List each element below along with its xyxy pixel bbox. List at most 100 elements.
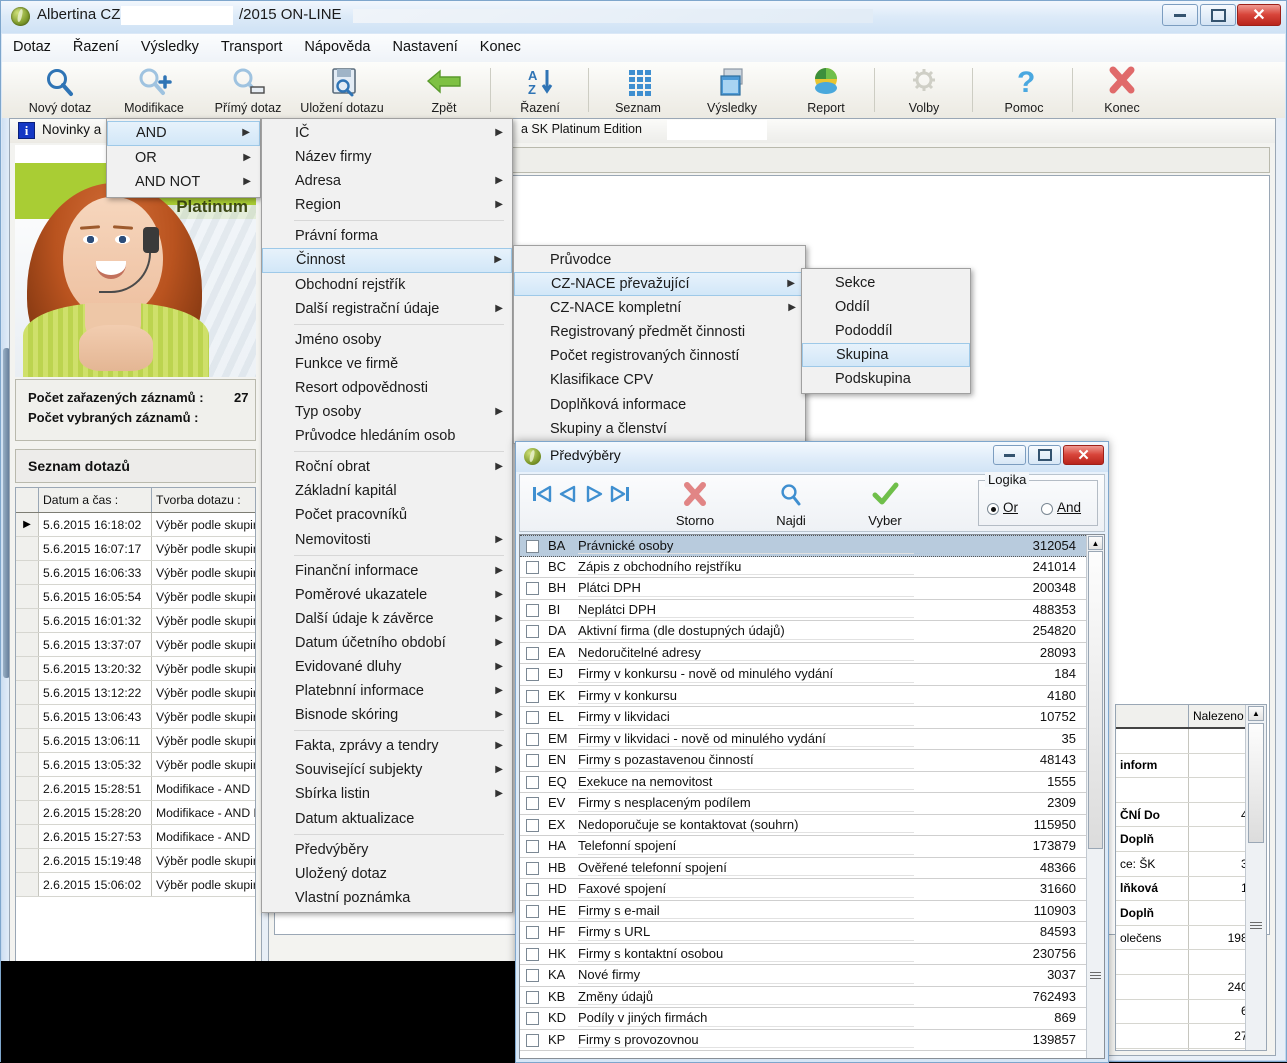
list-item[interactable]: EJ Firmy v konkursu - nově od minulého vy… xyxy=(520,664,1104,686)
dialog-maximize-button[interactable] xyxy=(1028,445,1061,465)
table-row[interactable]: 5.6.2015 13:06:43 Výběr podle skupir xyxy=(16,704,255,729)
table-row[interactable]: 5.6.2015 13:06:11 Výběr podle skupir xyxy=(16,728,255,753)
list-item[interactable]: HK Firmy s kontaktní osobou 230756 xyxy=(520,944,1104,965)
toolbar-button-report[interactable]: Report xyxy=(780,64,872,116)
table-row[interactable]: Doplň6 xyxy=(1116,826,1266,852)
table-row[interactable]: 2.6.2015 15:28:20 Modifikace - AND N xyxy=(16,800,255,825)
list-item-checkbox[interactable] xyxy=(526,861,539,875)
list-item[interactable]: KP Firmy s provozovnou 139857 xyxy=(520,1030,1104,1051)
list-item[interactable]: EL Firmy v likvidaci 10752 xyxy=(520,707,1104,729)
list-item[interactable]: EK Firmy v konkursu 4180 xyxy=(520,686,1104,707)
cinnost-menu-item-3[interactable]: Registrovaný předmět činnosti xyxy=(514,320,805,344)
toolbar-button-razeni[interactable]: AZ Řazení xyxy=(494,64,586,116)
list-item-checkbox[interactable] xyxy=(526,560,539,574)
list-item-checkbox[interactable] xyxy=(526,711,539,724)
close-button[interactable]: ✕ xyxy=(1237,4,1281,26)
fields-menu-item-14[interactable]: Základní kapitál xyxy=(262,479,512,503)
fields-menu-item-16[interactable]: Nemovitosti ▶ xyxy=(262,528,512,552)
list-item-checkbox[interactable] xyxy=(526,668,539,681)
nace-menu-item-0[interactable]: Sekce xyxy=(802,271,970,295)
toolbar-button-modifikace[interactable]: Modifikace xyxy=(108,64,200,116)
list-item[interactable]: EM Firmy v likvidaci - nově od minulého v… xyxy=(520,729,1104,750)
cinnost-menu-item-0[interactable]: Průvodce xyxy=(514,248,805,272)
nace-menu-item-1[interactable]: Oddíl xyxy=(802,295,970,319)
fields-menu-item-6[interactable]: Obchodní rejstřík xyxy=(262,273,512,297)
toolbar-button-seznam[interactable]: Seznam xyxy=(592,64,684,116)
logic-menu-item-1[interactable]: OR ▶ xyxy=(107,146,260,171)
list-item-checkbox[interactable] xyxy=(526,990,539,1004)
table-row[interactable]: 5.6.2015 13:37:07 Výběr podle skupir xyxy=(16,632,255,657)
fields-menu-item-18[interactable]: Poměrové ukazatele ▶ xyxy=(262,583,512,607)
fields-menu-item-0[interactable]: IČ ▶ xyxy=(262,121,512,145)
list-item[interactable]: KA Nové firmy 3037 xyxy=(520,965,1104,987)
toolbar-button-pomoc[interactable]: ? Pomoc xyxy=(978,64,1070,116)
list-item-checkbox[interactable] xyxy=(526,732,539,746)
table-row[interactable]: 2.6.2015 15:06:02 Výběr podle skupir xyxy=(16,872,255,897)
list-item[interactable]: HD Faxové spojení 31660 xyxy=(520,879,1104,901)
table-row[interactable]: 1 xyxy=(1116,728,1266,754)
table-row[interactable]: inform0 xyxy=(1116,753,1266,779)
fields-menu-item-15[interactable]: Počet pracovníků xyxy=(262,503,512,527)
table-row[interactable]: Doplň6 xyxy=(1116,900,1266,926)
list-item[interactable]: EN Firmy s pozastavenou činností 48143 xyxy=(520,750,1104,772)
cinnost-menu-item-2[interactable]: CZ-NACE kompletní ▶ xyxy=(514,296,805,320)
fields-menu-item-21[interactable]: Evidované dluhy ▶ xyxy=(262,655,512,679)
table-row[interactable]: 5.6.2015 13:12:22 Výběr podle skupir xyxy=(16,680,255,705)
fields-menu-item-19[interactable]: Další údaje k závěrce ▶ xyxy=(262,607,512,631)
dialog-list-scrollbar[interactable]: ▲ xyxy=(1086,535,1104,1058)
fields-menu-item-3[interactable]: Region ▶ xyxy=(262,193,512,217)
list-item-checkbox[interactable] xyxy=(526,840,539,853)
radio-and[interactable] xyxy=(1041,503,1053,515)
menubar-item-transport[interactable]: Transport xyxy=(210,34,294,59)
list-item-checkbox[interactable] xyxy=(526,883,539,896)
menubar-item-razeni[interactable]: Řazení xyxy=(62,34,130,59)
fields-menu-item-22[interactable]: Platebnní informace ▶ xyxy=(262,679,512,703)
fields-menu-item-24[interactable]: Fakta, zprávy a tendry ▶ xyxy=(262,734,512,758)
list-item[interactable]: HB Ověřené telefonní spojení 48366 xyxy=(520,858,1104,879)
list-item[interactable]: BI Neplátci DPH 488353 xyxy=(520,600,1104,621)
cinnost-menu-item-4[interactable]: Počet registrovaných činností xyxy=(514,344,805,368)
list-item-checkbox[interactable] xyxy=(526,1012,539,1025)
table-row[interactable]: 2 xyxy=(1116,777,1266,803)
fields-menu-item-11[interactable]: Typ osoby ▶ xyxy=(262,400,512,424)
fields-menu-item-17[interactable]: Finanční informace ▶ xyxy=(262,559,512,583)
fields-menu-item-8[interactable]: Jméno osoby xyxy=(262,328,512,352)
list-item-checkbox[interactable] xyxy=(526,603,539,617)
list-item[interactable]: BH Plátci DPH 200348 xyxy=(520,578,1104,600)
list-item-checkbox[interactable] xyxy=(526,818,539,832)
fields-menu-item-23[interactable]: Bisnode skóring ▶ xyxy=(262,703,512,727)
table-row[interactable]: 2.6.2015 15:28:51 Modifikace - AND xyxy=(16,776,255,801)
list-item-checkbox[interactable] xyxy=(526,1033,539,1047)
list-item[interactable]: EA Nedoručitelné adresy 28093 xyxy=(520,643,1104,664)
toolbar-button-volby[interactable]: Volby xyxy=(878,64,970,116)
toolbar-button-primy-dotaz[interactable]: Přímý dotaz xyxy=(202,64,294,116)
fields-menu-item-10[interactable]: Resort odpovědnosti xyxy=(262,376,512,400)
table-row[interactable]: 24053 xyxy=(1116,974,1266,1000)
list-item[interactable]: DA Aktivní firma (dle dostupných údajů) 25… xyxy=(520,621,1104,643)
list-item[interactable]: EQ Exekuce na nemovitost 1555 xyxy=(520,772,1104,793)
fields-menu-item-9[interactable]: Funkce ve firmě xyxy=(262,352,512,376)
table-row[interactable]: 5.6.2015 13:05:32 Výběr podle skupir xyxy=(16,752,255,777)
table-row[interactable]: 30 xyxy=(1116,949,1266,975)
prev-record-icon[interactable] xyxy=(556,483,580,505)
list-item[interactable]: KB Změny údajů 762493 xyxy=(520,987,1104,1008)
fields-menu-item-2[interactable]: Adresa ▶ xyxy=(262,169,512,193)
results-scrollbar[interactable]: ▲ xyxy=(1245,705,1266,1050)
radio-or[interactable] xyxy=(987,503,999,515)
list-item-checkbox[interactable] xyxy=(526,582,539,595)
fields-menu-item-29[interactable]: Uložený dotaz xyxy=(262,862,512,886)
list-item-checkbox[interactable] xyxy=(526,689,539,703)
minimize-button[interactable] xyxy=(1162,4,1198,26)
list-item-checkbox[interactable] xyxy=(526,625,539,638)
menubar-item-konec[interactable]: Konec xyxy=(469,34,532,59)
list-item-checkbox[interactable] xyxy=(526,754,539,767)
menubar-item-vysledky[interactable]: Výsledky xyxy=(130,34,210,59)
table-row[interactable]: 2845 xyxy=(1116,1048,1266,1050)
fields-menu-item-25[interactable]: Související subjekty ▶ xyxy=(262,758,512,782)
list-item[interactable]: HE Firmy s e-mail 110903 xyxy=(520,901,1104,922)
toolbar-button-novy-dotaz[interactable]: Nový dotaz xyxy=(14,64,106,116)
cinnost-menu-item-6[interactable]: Doplňková informace xyxy=(514,393,805,417)
list-item[interactable]: EX Nedoporučuje se kontaktovat (souhrn) 11… xyxy=(520,815,1104,836)
table-row[interactable]: ▶ 5.6.2015 16:18:02 Výběr podle skupir xyxy=(16,512,255,537)
scrollbar-thumb[interactable] xyxy=(1088,551,1103,849)
